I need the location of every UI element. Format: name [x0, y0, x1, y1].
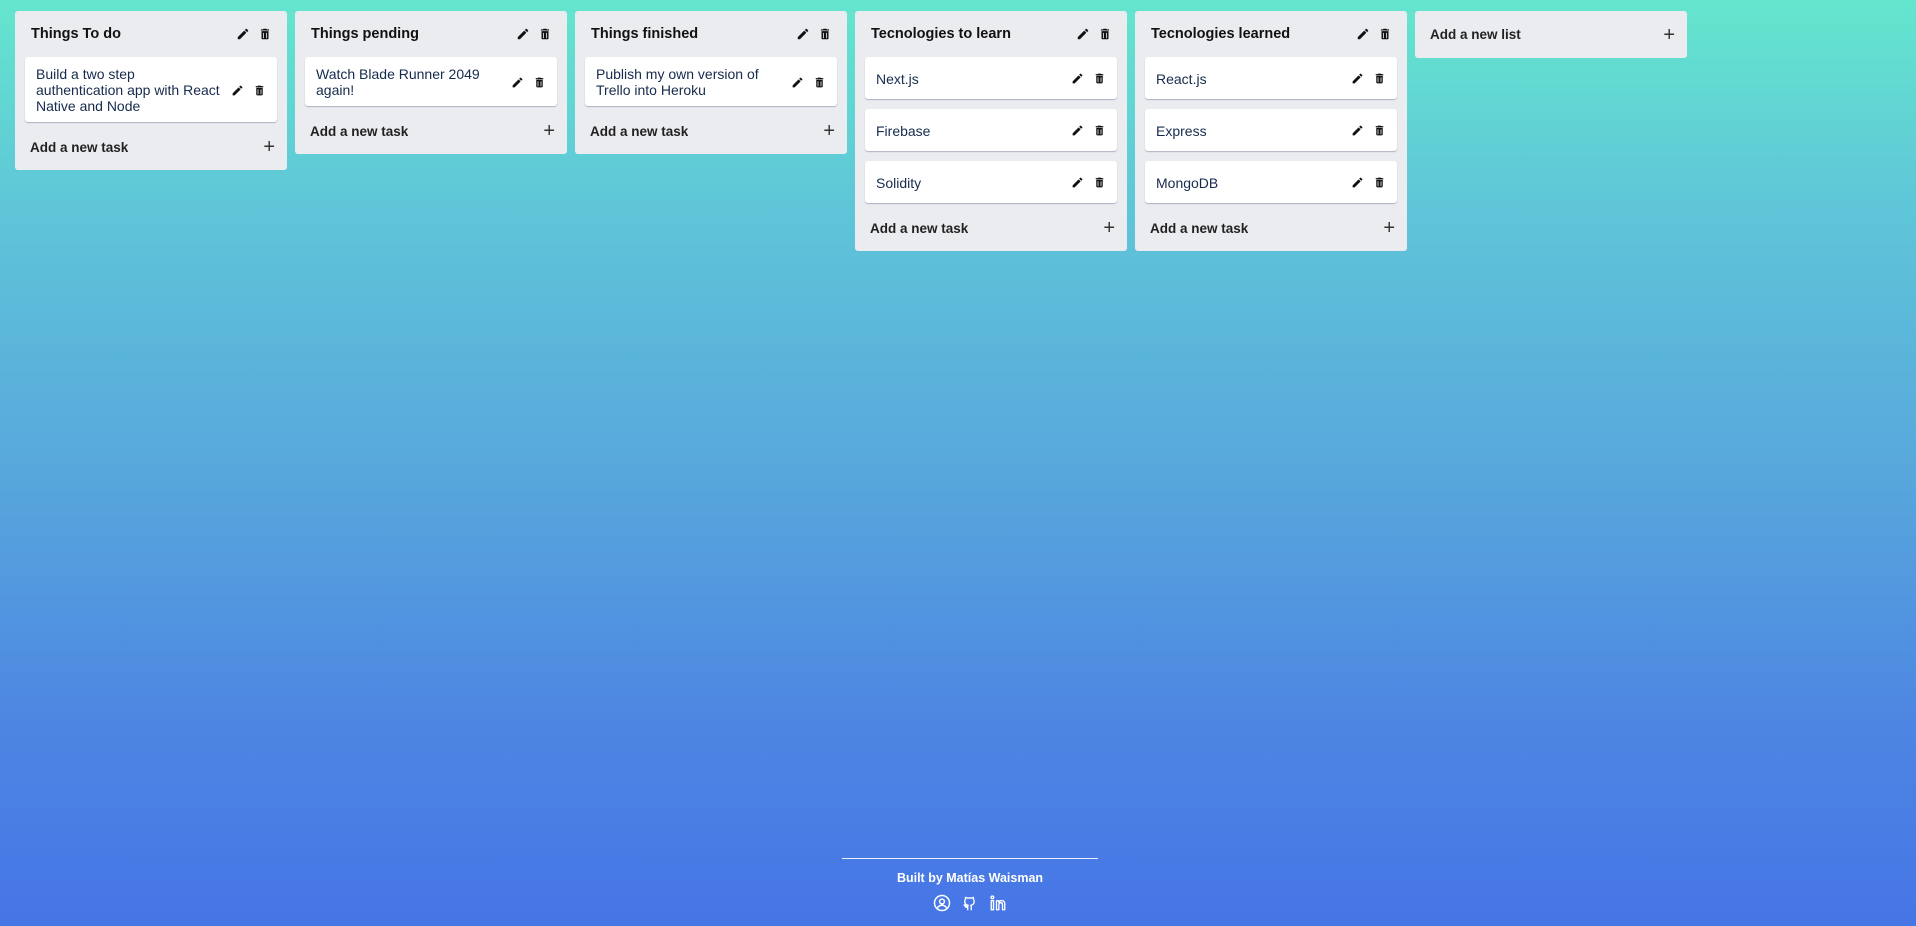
list-title: Tecnologies to learn — [871, 26, 1011, 42]
pencil-icon[interactable] — [1067, 121, 1087, 141]
footer: Built by Matías Waisman — [842, 858, 1098, 912]
task-card[interactable]: Build a two step authentication app with… — [25, 57, 277, 122]
task-text: Watch Blade Runner 2049 again! — [316, 66, 480, 98]
task-card[interactable]: Express — [1145, 109, 1397, 151]
trash-icon[interactable] — [1369, 69, 1389, 89]
task-card[interactable]: MongoDB — [1145, 161, 1397, 203]
add-task-label: Add a new task — [590, 123, 689, 139]
trash-icon[interactable] — [809, 72, 829, 92]
task-list: Publish my own version of Trello into He… — [575, 57, 847, 106]
footer-links — [842, 894, 1098, 912]
pencil-icon[interactable] — [1347, 69, 1367, 89]
list-column: Things finished Publish my own version of… — [575, 11, 847, 154]
task-text: Solidity — [876, 174, 922, 191]
add-list-button[interactable]: Add a new list + — [1415, 11, 1687, 58]
list-title: Things finished — [591, 26, 699, 42]
plus-icon: + — [1103, 217, 1115, 239]
portfolio-icon[interactable] — [933, 894, 951, 912]
add-task-button[interactable]: Add a new task + — [295, 114, 567, 148]
pencil-icon[interactable] — [1067, 173, 1087, 193]
add-task-button[interactable]: Add a new task + — [15, 130, 287, 164]
pencil-icon[interactable] — [1073, 24, 1093, 44]
trash-icon[interactable] — [529, 72, 549, 92]
task-list: Watch Blade Runner 2049 again! — [295, 57, 567, 106]
pencil-icon[interactable] — [1353, 24, 1373, 44]
list-header: Things finished — [575, 11, 847, 57]
plus-icon: + — [823, 120, 835, 142]
trash-icon[interactable] — [815, 24, 835, 44]
task-text: React.js — [1156, 70, 1207, 87]
pencil-icon[interactable] — [787, 72, 807, 92]
trash-icon[interactable] — [1375, 24, 1395, 44]
task-card[interactable]: Publish my own version of Trello into He… — [585, 57, 837, 106]
pencil-icon[interactable] — [227, 80, 247, 100]
list-column: Tecnologies to learn Next.js Firebase Solid… — [855, 11, 1127, 251]
task-list: Next.js Firebase Solidity — [855, 57, 1127, 203]
pencil-icon[interactable] — [793, 24, 813, 44]
trash-icon[interactable] — [1095, 24, 1115, 44]
pencil-icon[interactable] — [1067, 69, 1087, 89]
pencil-icon[interactable] — [1347, 121, 1367, 141]
list-column: Things pending Watch Blade Runner 2049 ag… — [295, 11, 567, 154]
linkedin-icon[interactable] — [989, 894, 1007, 912]
task-text: Build a two step authentication app with… — [36, 66, 220, 114]
pencil-icon[interactable] — [507, 72, 527, 92]
task-list: React.js Express MongoDB — [1135, 57, 1407, 203]
list-column: Tecnologies learned React.js Express MongoD… — [1135, 11, 1407, 251]
task-text: Next.js — [876, 70, 919, 87]
list-title: Things pending — [311, 26, 419, 42]
trash-icon[interactable] — [1089, 173, 1109, 193]
add-task-button[interactable]: Add a new task + — [1135, 211, 1407, 245]
list-header: Tecnologies learned — [1135, 11, 1407, 57]
add-task-label: Add a new task — [870, 220, 969, 236]
pencil-icon[interactable] — [513, 24, 533, 44]
list-column: Things To do Build a two step authenticat… — [15, 11, 287, 170]
pencil-icon[interactable] — [1347, 173, 1367, 193]
task-card[interactable]: Next.js — [865, 57, 1117, 99]
add-task-label: Add a new task — [1150, 220, 1249, 236]
trash-icon[interactable] — [535, 24, 555, 44]
trash-icon[interactable] — [1369, 173, 1389, 193]
pencil-icon[interactable] — [233, 24, 253, 44]
trash-icon[interactable] — [1369, 121, 1389, 141]
plus-icon: + — [543, 120, 555, 142]
list-header: Things To do — [15, 11, 287, 57]
task-card[interactable]: Solidity — [865, 161, 1117, 203]
add-task-button[interactable]: Add a new task + — [575, 114, 847, 148]
task-list: Build a two step authentication app with… — [15, 57, 287, 122]
trash-icon[interactable] — [255, 24, 275, 44]
list-header: Things pending — [295, 11, 567, 57]
task-card[interactable]: React.js — [1145, 57, 1397, 99]
trash-icon[interactable] — [249, 80, 269, 100]
list-title: Things To do — [31, 26, 121, 42]
plus-icon: + — [263, 136, 275, 158]
list-title: Tecnologies learned — [1151, 26, 1291, 42]
footer-credit: Built by Matías Waisman — [896, 871, 1044, 885]
trash-icon[interactable] — [1089, 121, 1109, 141]
github-icon[interactable] — [961, 894, 979, 912]
add-task-label: Add a new task — [310, 123, 409, 139]
task-card[interactable]: Firebase — [865, 109, 1117, 151]
task-text: Firebase — [876, 122, 931, 139]
task-text: Publish my own version of Trello into He… — [596, 66, 759, 98]
board: Things To do Build a two step authenticat… — [15, 11, 1687, 251]
add-task-button[interactable]: Add a new task + — [855, 211, 1127, 245]
footer-divider — [842, 858, 1098, 859]
task-card[interactable]: Watch Blade Runner 2049 again! — [305, 57, 557, 106]
plus-icon: + — [1663, 23, 1675, 46]
plus-icon: + — [1383, 217, 1395, 239]
add-list-label: Add a new list — [1430, 27, 1521, 42]
trash-icon[interactable] — [1089, 69, 1109, 89]
task-text: MongoDB — [1156, 174, 1219, 191]
list-header: Tecnologies to learn — [855, 11, 1127, 57]
add-task-label: Add a new task — [30, 139, 129, 155]
task-text: Express — [1156, 122, 1207, 139]
